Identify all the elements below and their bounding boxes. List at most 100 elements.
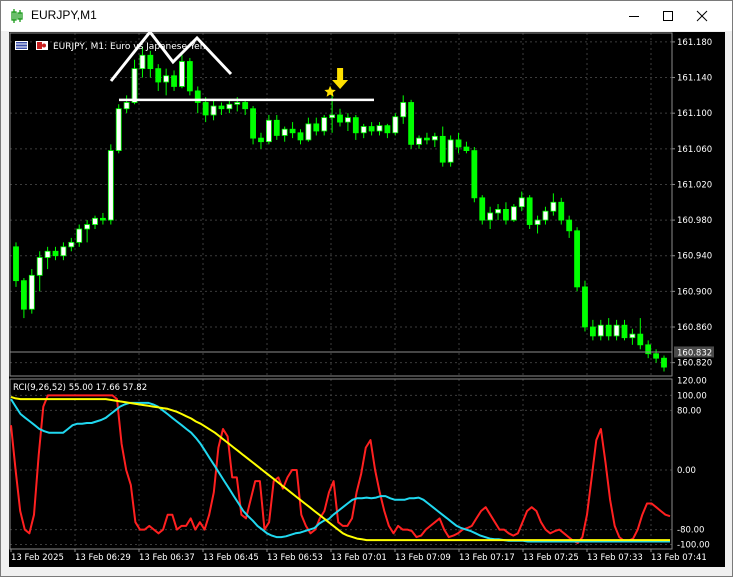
- candle-body: [408, 102, 415, 145]
- candle-body: [661, 357, 667, 368]
- candle-body: [329, 114, 335, 119]
- candle-body: [424, 137, 430, 141]
- candle-body: [613, 324, 620, 337]
- title-bar[interactable]: EURJPY,M1: [1, 1, 732, 31]
- price-tick-label: 161.140: [677, 74, 712, 84]
- price-tick-label: 161.020: [677, 180, 712, 190]
- terminal-window: EURJPY,M1 161.180 161.140 161.100 161.06…: [0, 0, 733, 577]
- price-tick-label: 160.940: [677, 252, 712, 262]
- rci-series-line: [10, 394, 671, 544]
- time-tick-label: 13 Feb 06:37: [139, 553, 195, 563]
- candle-body: [352, 117, 359, 134]
- price-tick-label: 160.860: [677, 323, 712, 333]
- candle-body: [629, 333, 636, 339]
- candle-body: [265, 119, 272, 143]
- candle-body: [542, 210, 549, 221]
- candle-body: [526, 197, 533, 225]
- candle-body: [100, 217, 106, 221]
- candle-body: [171, 75, 177, 87]
- candle-body: [36, 257, 43, 276]
- candle-body: [44, 250, 51, 258]
- price-tick-label: 160.980: [677, 216, 712, 226]
- symbol-header: EURJPY, M1: Euro vs Japanese Yen: [15, 41, 205, 52]
- candle-body: [566, 219, 573, 232]
- candle-body: [621, 324, 628, 339]
- candle-body: [400, 102, 407, 118]
- candle-body: [589, 326, 596, 337]
- time-tick-label: 13 Feb 06:45: [203, 553, 259, 563]
- double-top-drawing: [109, 29, 233, 82]
- chart-canvas[interactable]: 161.180 161.140 161.100 161.060 161.020 160.9…: [9, 29, 725, 567]
- down-arrow-icon: [332, 68, 349, 89]
- candle-body: [179, 61, 185, 87]
- maximize-icon: [663, 11, 673, 21]
- candle-body: [345, 117, 351, 123]
- candle-body: [605, 324, 612, 337]
- candle-body: [384, 125, 391, 134]
- candle-body: [92, 217, 98, 225]
- time-axis: 13 Feb 2025 13 Feb 06:29 13 Feb 06:37 13 Fe…: [10, 549, 707, 563]
- candle-body: [518, 197, 525, 208]
- candle-body: [297, 132, 304, 141]
- time-tick-label: 13 Feb 07:25: [523, 553, 579, 563]
- indicator-label: RCI(9,26,52) 55.00 17.66 57.82: [13, 383, 147, 393]
- candle-body: [582, 286, 588, 328]
- candle-body: [360, 126, 367, 134]
- candle-body: [305, 123, 312, 141]
- candle-body: [534, 219, 541, 225]
- candle-body: [321, 117, 328, 132]
- candle-body: [471, 150, 478, 199]
- time-tick-label: 13 Feb 06:29: [75, 553, 131, 563]
- time-tick-label: 13 Feb 06:53: [267, 553, 323, 563]
- flag-eu-icon: [15, 41, 28, 50]
- candle-body: [495, 208, 501, 214]
- maximize-button[interactable]: [651, 1, 685, 31]
- candle-body: [107, 150, 114, 221]
- candle-body: [234, 102, 241, 105]
- candles: [13, 46, 667, 372]
- candle-body: [313, 123, 320, 132]
- indicator-tick-label: 120.00: [677, 376, 707, 386]
- candle-body: [281, 128, 288, 136]
- candle-body: [242, 102, 249, 110]
- candle-body: [653, 353, 659, 359]
- candle-body: [431, 135, 438, 141]
- close-button[interactable]: [685, 1, 719, 31]
- candle-body: [273, 119, 280, 136]
- candle-body: [487, 212, 494, 221]
- candle-body: [68, 241, 75, 248]
- indicator-tick-label: -100.00: [677, 541, 710, 551]
- indicator-axis: 120.00 100.00 80.00 0.00 -80.00 -100.00: [677, 376, 710, 550]
- candle-body: [123, 102, 130, 110]
- candle-body: [503, 208, 509, 221]
- candle-body: [115, 108, 122, 151]
- time-tick-label: 13 Feb 07:41: [651, 553, 707, 563]
- candle-body: [60, 246, 67, 257]
- candle-body: [558, 201, 565, 221]
- candle-body: [392, 116, 399, 134]
- minimize-button[interactable]: [617, 1, 651, 31]
- price-tick-label: 160.820: [677, 359, 712, 369]
- candle-body: [28, 274, 35, 310]
- time-tick-label: 13 Feb 2025: [11, 553, 64, 563]
- indicator-tick-label: -80.00: [677, 526, 704, 536]
- rci-series-line: [10, 395, 670, 542]
- rci-lines: [10, 394, 671, 544]
- candle-body: [597, 324, 604, 337]
- candle-body: [21, 280, 27, 310]
- candle-body: [76, 228, 83, 243]
- candle-body: [131, 68, 138, 103]
- chart-area[interactable]: 161.180 161.140 161.100 161.060 161.020 160.9…: [9, 29, 725, 567]
- price-axis: 161.180 161.140 161.100 161.060 161.020 160.9…: [672, 38, 712, 369]
- candle-body: [210, 105, 217, 116]
- symbol-label: EURJPY, M1: Euro vs Japanese Yen: [53, 42, 205, 52]
- candle-body: [13, 246, 19, 282]
- flag-jp-icon: [36, 41, 48, 50]
- candle-body: [439, 135, 446, 163]
- price-tick-label: 160.900: [677, 287, 712, 297]
- candle-body: [250, 108, 256, 139]
- candle-body: [202, 102, 209, 116]
- candle-body: [52, 250, 59, 257]
- indicator-tick-label: 0.00: [677, 466, 696, 476]
- candle-body: [510, 206, 517, 221]
